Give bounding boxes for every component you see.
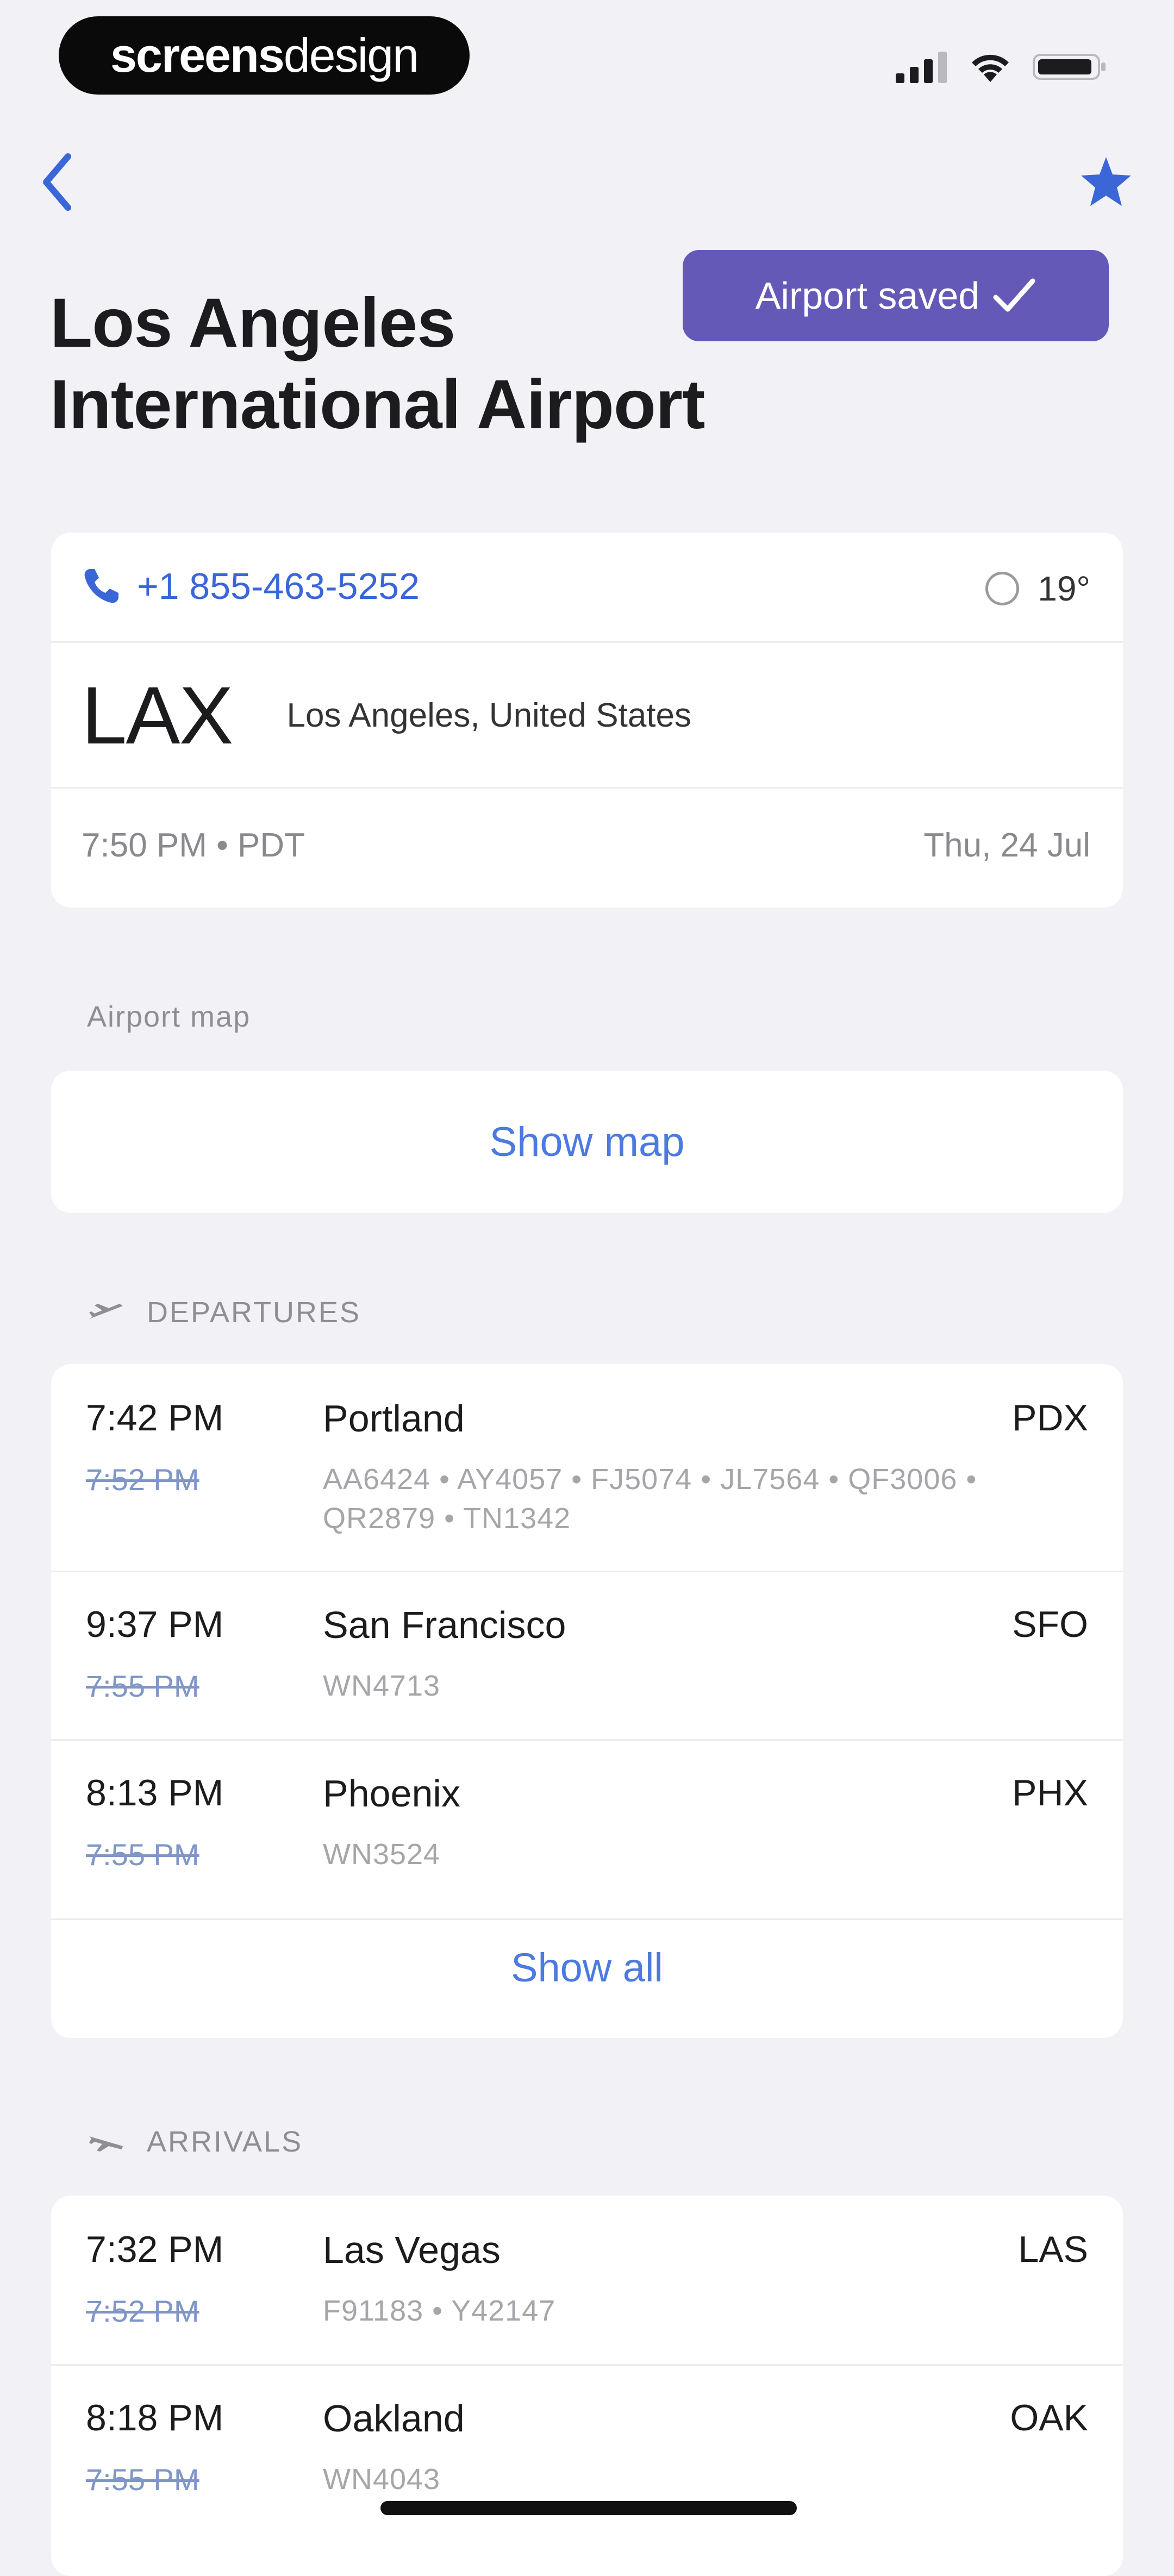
- departures-card: 7:42 PM 7:52 PM Portland AA6424 • AY4057…: [51, 1364, 1123, 2038]
- chevron-left-icon: [43, 153, 71, 211]
- flight-numbers: AA6424 • AY4057 • FJ5074 • JL7564 • QF30…: [323, 1463, 977, 1535]
- flight-numbers: WN3524: [323, 1838, 441, 1871]
- departure-time: 7:42 PM: [86, 1397, 224, 1439]
- departures-header: DEPARTURES: [87, 1296, 361, 1329]
- scheduled-time: 7:55 PM: [86, 2462, 199, 2497]
- scheduled-time: 7:55 PM: [86, 1669, 199, 1703]
- show-all-departures-button[interactable]: Show all: [51, 1924, 1123, 2011]
- origin: Las Vegas: [323, 2229, 501, 2271]
- iata-code: PHX: [1012, 1772, 1088, 1814]
- local-date: Thu, 24 Jul: [923, 827, 1090, 864]
- page-title: Los Angeles International Airport: [50, 283, 757, 446]
- show-all-label: Show all: [511, 1944, 663, 1990]
- destination: San Francisco: [323, 1604, 566, 1646]
- signal-bars-icon: [896, 52, 947, 83]
- iata-code: OAK: [1010, 2397, 1088, 2439]
- arrivals-card: 7:32 PM 7:52 PM Las Vegas F91183 • Y4214…: [51, 2196, 1123, 2576]
- arrival-time: 8:18 PM: [86, 2397, 224, 2439]
- title-line-1: Los Angeles: [50, 284, 455, 362]
- temperature: 19°: [1038, 569, 1090, 608]
- departures-label: DEPARTURES: [147, 1296, 361, 1329]
- scheduled-time: 7:55 PM: [86, 1837, 199, 1872]
- wifi-icon: [972, 54, 1009, 82]
- arrival-row[interactable]: 7:32 PM 7:52 PM Las Vegas F91183 • Y4214…: [51, 2196, 1123, 2364]
- local-time: 7:50 PM • PDT: [82, 827, 305, 864]
- phone-number: +1 855-463-5252: [137, 566, 420, 607]
- departure-row[interactable]: 9:37 PM 7:55 PM San Francisco WN4713 SFO: [51, 1571, 1123, 1739]
- scheduled-time: 7:52 PM: [86, 2294, 199, 2328]
- flight-numbers: WN4043: [323, 2463, 441, 2496]
- divider: [51, 787, 1123, 789]
- departure-row[interactable]: 8:13 PM 7:55 PM Phoenix WN3524 PHX: [51, 1739, 1123, 1918]
- weather-icon: [985, 572, 1020, 605]
- show-map-label: Show map: [489, 1118, 685, 1165]
- title-line-2: International Airport: [50, 366, 705, 443]
- destination: Portland: [323, 1397, 465, 1440]
- airport-location: Los Angeles, United States: [286, 697, 692, 734]
- plane-takeoff-icon: [89, 1304, 123, 1319]
- flight-numbers: F91183 • Y42147: [323, 2294, 556, 2327]
- show-map-button[interactable]: Show map: [51, 1071, 1123, 1213]
- star-icon: [1081, 157, 1131, 206]
- divider: [51, 641, 1123, 643]
- brand-text-main: screens: [110, 28, 285, 82]
- airport-info-card: +1 855-463-5252 19° LAX Los Angeles, Uni…: [51, 533, 1123, 908]
- status-icons: [896, 42, 1109, 91]
- arrivals-label: ARRIVALS: [147, 2125, 303, 2158]
- departure-time: 9:37 PM: [86, 1604, 224, 1645]
- airport-code: LAX: [82, 670, 234, 761]
- destination: Phoenix: [323, 1772, 460, 1815]
- back-button[interactable]: [27, 147, 87, 217]
- airport-map-label: Airport map: [87, 1001, 251, 1033]
- divider: [51, 1918, 1123, 1920]
- favorite-star-button[interactable]: [1071, 147, 1141, 217]
- arrivals-header: ARRIVALS: [87, 2125, 303, 2159]
- origin: Oakland: [323, 2397, 465, 2440]
- arrival-time: 7:32 PM: [86, 2229, 224, 2270]
- departure-time: 8:13 PM: [86, 1772, 224, 1814]
- home-indicator[interactable]: [380, 2501, 797, 2515]
- plane-landing-icon: [89, 2136, 123, 2152]
- iata-code: SFO: [1012, 1604, 1088, 1645]
- iata-code: PDX: [1012, 1397, 1088, 1439]
- flight-numbers: WN4713: [323, 1670, 441, 1702]
- phone-icon: [84, 569, 118, 603]
- airport-code-row: LAX Los Angeles, United States: [82, 668, 691, 762]
- departure-row[interactable]: 7:42 PM 7:52 PM Portland AA6424 • AY4057…: [51, 1364, 1123, 1571]
- toast-label: Airport saved: [755, 274, 980, 317]
- brand-text-thin: design: [283, 28, 419, 82]
- scheduled-time: 7:52 PM: [86, 1462, 199, 1497]
- arrival-row[interactable]: 8:18 PM 7:55 PM Oakland WN4043 OAK: [51, 2364, 1123, 2549]
- checkmark-icon: [993, 278, 1035, 312]
- iata-code: LAS: [1018, 2229, 1088, 2270]
- phone-link[interactable]: +1 855-463-5252: [82, 565, 420, 608]
- battery-icon: [1033, 54, 1106, 80]
- brand-logo: screensdesign: [59, 16, 470, 95]
- weather: 19°: [985, 568, 1090, 609]
